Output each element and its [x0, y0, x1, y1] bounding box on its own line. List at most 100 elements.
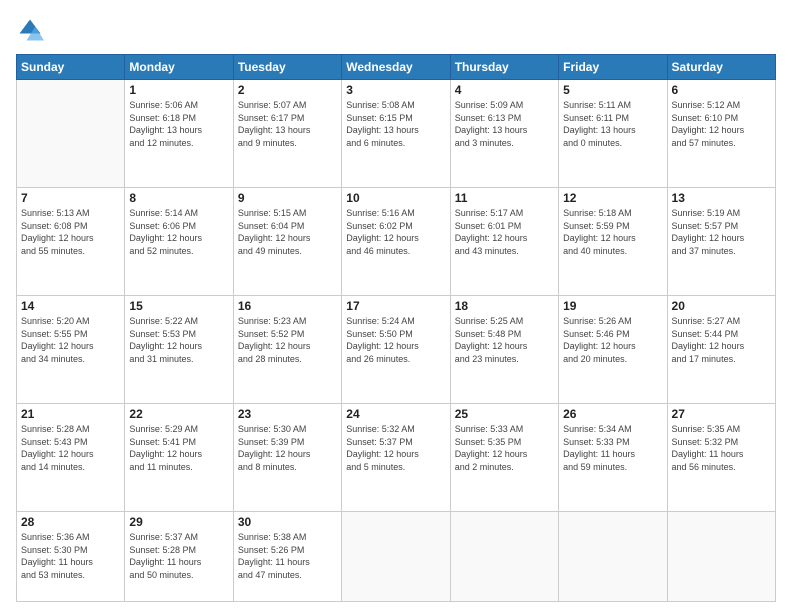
day-info: Sunrise: 5:24 AM Sunset: 5:50 PM Dayligh… [346, 315, 445, 365]
calendar-cell: 24 Sunrise: 5:32 AM Sunset: 5:37 PM Dayli… [342, 403, 450, 511]
calendar-cell: 14 Sunrise: 5:20 AM Sunset: 5:55 PM Dayli… [17, 295, 125, 403]
calendar-cell: 7Sunrise: 5:13 AM Sunset: 6:08 PM Daylig… [17, 187, 125, 295]
calendar-cell: 22Sunrise: 5:29 AM Sunset: 5:41 PM Dayli… [125, 403, 233, 511]
day-info: Sunrise: 5:30 AM Sunset: 5:39 PM Dayligh… [238, 423, 337, 473]
calendar-cell: 11 Sunrise: 5:17 AM Sunset: 6:01 PM Dayli… [450, 187, 558, 295]
day-info: Sunrise: 5:15 AM Sunset: 6:04 PM Dayligh… [238, 207, 337, 257]
day-number: 21 [21, 407, 120, 421]
weekday-header-thursday: Thursday [450, 55, 558, 80]
calendar-cell: 16 Sunrise: 5:23 AM Sunset: 5:52 PM Dayli… [233, 295, 341, 403]
calendar-cell: 15 Sunrise: 5:22 AM Sunset: 5:53 PM Dayli… [125, 295, 233, 403]
calendar-cell: 25 Sunrise: 5:33 AM Sunset: 5:35 PM Dayli… [450, 403, 558, 511]
calendar-cell: 6 Sunrise: 5:12 AM Sunset: 6:10 PM Daylig… [667, 80, 775, 188]
day-info: Sunrise: 5:23 AM Sunset: 5:52 PM Dayligh… [238, 315, 337, 365]
day-info: Sunrise: 5:25 AM Sunset: 5:48 PM Dayligh… [455, 315, 554, 365]
day-number: 17 [346, 299, 445, 313]
day-number: 12 [563, 191, 662, 205]
day-number: 1 [129, 83, 228, 97]
day-number: 24 [346, 407, 445, 421]
day-number: 5 [563, 83, 662, 97]
calendar-cell: 2 Sunrise: 5:07 AM Sunset: 6:17 PM Daylig… [233, 80, 341, 188]
calendar-cell: 30 Sunrise: 5:38 AM Sunset: 5:26 PM Dayli… [233, 511, 341, 601]
calendar-week-row: 1Sunrise: 5:06 AM Sunset: 6:18 PM Daylig… [17, 80, 776, 188]
day-number: 22 [129, 407, 228, 421]
day-number: 26 [563, 407, 662, 421]
day-number: 2 [238, 83, 337, 97]
page: SundayMondayTuesdayWednesdayThursdayFrid… [0, 0, 792, 612]
day-number: 15 [129, 299, 228, 313]
weekday-header-wednesday: Wednesday [342, 55, 450, 80]
calendar-cell: 26 Sunrise: 5:34 AM Sunset: 5:33 PM Dayli… [559, 403, 667, 511]
weekday-header-friday: Friday [559, 55, 667, 80]
calendar-cell: 9 Sunrise: 5:15 AM Sunset: 6:04 PM Daylig… [233, 187, 341, 295]
day-number: 10 [346, 191, 445, 205]
day-number: 6 [672, 83, 771, 97]
day-info: Sunrise: 5:14 AM Sunset: 6:06 PM Dayligh… [129, 207, 228, 257]
weekday-header-tuesday: Tuesday [233, 55, 341, 80]
calendar-cell: 27Sunrise: 5:35 AM Sunset: 5:32 PM Dayli… [667, 403, 775, 511]
calendar-cell [667, 511, 775, 601]
day-info: Sunrise: 5:35 AM Sunset: 5:32 PM Dayligh… [672, 423, 771, 473]
day-info: Sunrise: 5:28 AM Sunset: 5:43 PM Dayligh… [21, 423, 120, 473]
day-number: 23 [238, 407, 337, 421]
day-info: Sunrise: 5:38 AM Sunset: 5:26 PM Dayligh… [238, 531, 337, 581]
day-number: 29 [129, 515, 228, 529]
day-info: Sunrise: 5:20 AM Sunset: 5:55 PM Dayligh… [21, 315, 120, 365]
day-info: Sunrise: 5:13 AM Sunset: 6:08 PM Dayligh… [21, 207, 120, 257]
day-info: Sunrise: 5:08 AM Sunset: 6:15 PM Dayligh… [346, 99, 445, 149]
day-number: 8 [129, 191, 228, 205]
day-number: 11 [455, 191, 554, 205]
weekday-header-monday: Monday [125, 55, 233, 80]
calendar-week-row: 21 Sunrise: 5:28 AM Sunset: 5:43 PM Dayli… [17, 403, 776, 511]
calendar-cell: 1Sunrise: 5:06 AM Sunset: 6:18 PM Daylig… [125, 80, 233, 188]
day-number: 30 [238, 515, 337, 529]
day-info: Sunrise: 5:12 AM Sunset: 6:10 PM Dayligh… [672, 99, 771, 149]
calendar-cell: 5 Sunrise: 5:11 AM Sunset: 6:11 PM Daylig… [559, 80, 667, 188]
calendar-cell: 28 Sunrise: 5:36 AM Sunset: 5:30 PM Dayli… [17, 511, 125, 601]
day-info: Sunrise: 5:18 AM Sunset: 5:59 PM Dayligh… [563, 207, 662, 257]
day-info: Sunrise: 5:32 AM Sunset: 5:37 PM Dayligh… [346, 423, 445, 473]
day-info: Sunrise: 5:37 AM Sunset: 5:28 PM Dayligh… [129, 531, 228, 581]
day-number: 25 [455, 407, 554, 421]
calendar-cell [450, 511, 558, 601]
day-number: 3 [346, 83, 445, 97]
day-number: 20 [672, 299, 771, 313]
calendar-cell: 3 Sunrise: 5:08 AM Sunset: 6:15 PM Daylig… [342, 80, 450, 188]
day-number: 9 [238, 191, 337, 205]
calendar-cell: 21 Sunrise: 5:28 AM Sunset: 5:43 PM Dayli… [17, 403, 125, 511]
logo-icon [16, 16, 44, 44]
calendar-cell: 8 Sunrise: 5:14 AM Sunset: 6:06 PM Daylig… [125, 187, 233, 295]
day-info: Sunrise: 5:11 AM Sunset: 6:11 PM Dayligh… [563, 99, 662, 149]
day-number: 28 [21, 515, 120, 529]
day-info: Sunrise: 5:34 AM Sunset: 5:33 PM Dayligh… [563, 423, 662, 473]
day-info: Sunrise: 5:22 AM Sunset: 5:53 PM Dayligh… [129, 315, 228, 365]
calendar-cell: 10 Sunrise: 5:16 AM Sunset: 6:02 PM Dayli… [342, 187, 450, 295]
calendar-cell: 23 Sunrise: 5:30 AM Sunset: 5:39 PM Dayli… [233, 403, 341, 511]
day-info: Sunrise: 5:36 AM Sunset: 5:30 PM Dayligh… [21, 531, 120, 581]
calendar-table: SundayMondayTuesdayWednesdayThursdayFrid… [16, 54, 776, 602]
day-number: 13 [672, 191, 771, 205]
calendar-cell: 4Sunrise: 5:09 AM Sunset: 6:13 PM Daylig… [450, 80, 558, 188]
day-number: 19 [563, 299, 662, 313]
calendar-cell: 20Sunrise: 5:27 AM Sunset: 5:44 PM Dayli… [667, 295, 775, 403]
day-info: Sunrise: 5:07 AM Sunset: 6:17 PM Dayligh… [238, 99, 337, 149]
calendar-cell: 17 Sunrise: 5:24 AM Sunset: 5:50 PM Dayli… [342, 295, 450, 403]
calendar-cell: 19 Sunrise: 5:26 AM Sunset: 5:46 PM Dayli… [559, 295, 667, 403]
day-info: Sunrise: 5:16 AM Sunset: 6:02 PM Dayligh… [346, 207, 445, 257]
day-number: 16 [238, 299, 337, 313]
day-info: Sunrise: 5:17 AM Sunset: 6:01 PM Dayligh… [455, 207, 554, 257]
calendar-cell: 12 Sunrise: 5:18 AM Sunset: 5:59 PM Dayli… [559, 187, 667, 295]
calendar-cell [342, 511, 450, 601]
weekday-header-sunday: Sunday [17, 55, 125, 80]
day-number: 4 [455, 83, 554, 97]
calendar-week-row: 14 Sunrise: 5:20 AM Sunset: 5:55 PM Dayli… [17, 295, 776, 403]
header [16, 16, 776, 44]
day-info: Sunrise: 5:26 AM Sunset: 5:46 PM Dayligh… [563, 315, 662, 365]
weekday-header-row: SundayMondayTuesdayWednesdayThursdayFrid… [17, 55, 776, 80]
calendar-cell [559, 511, 667, 601]
logo [16, 16, 48, 44]
calendar-cell [17, 80, 125, 188]
day-number: 14 [21, 299, 120, 313]
day-info: Sunrise: 5:33 AM Sunset: 5:35 PM Dayligh… [455, 423, 554, 473]
weekday-header-saturday: Saturday [667, 55, 775, 80]
